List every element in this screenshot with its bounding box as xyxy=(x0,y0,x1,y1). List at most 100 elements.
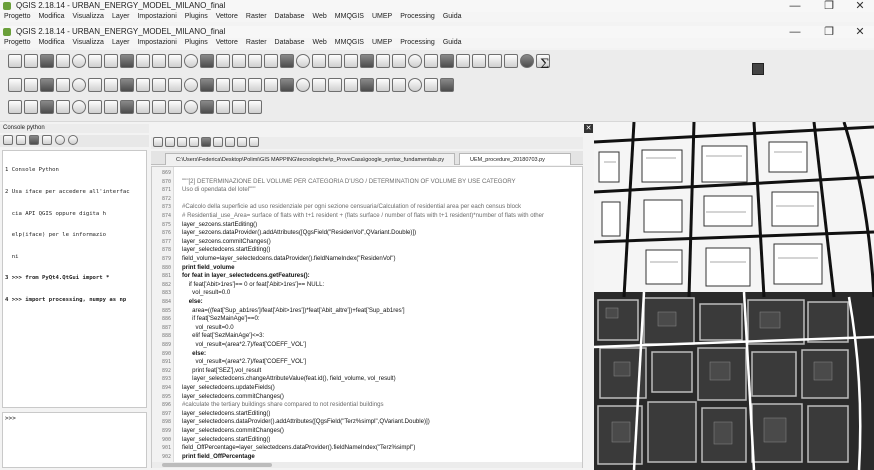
select-icon[interactable] xyxy=(200,78,214,92)
options-icon[interactable] xyxy=(55,135,65,145)
menu-umep[interactable]: UMEP xyxy=(372,39,392,46)
statistics-icon[interactable] xyxy=(376,54,390,68)
menu-guida[interactable]: Guida xyxy=(443,13,462,20)
save-as-icon[interactable] xyxy=(177,137,187,147)
attribute-table-icon[interactable] xyxy=(232,78,246,92)
menu-web[interactable]: Web xyxy=(313,39,327,46)
back-close-button[interactable]: ✕ xyxy=(853,0,867,12)
filter-icon[interactable] xyxy=(520,54,534,68)
identify-icon[interactable] xyxy=(296,54,310,68)
menu-database[interactable]: Database xyxy=(275,13,305,20)
menu-guida[interactable]: Guida xyxy=(443,39,462,46)
open-file-icon[interactable] xyxy=(153,137,163,147)
zoom-next-icon[interactable] xyxy=(8,100,22,114)
zoom-in-icon[interactable] xyxy=(136,54,150,68)
zoom-layer-icon[interactable] xyxy=(184,54,198,68)
menu-umep[interactable]: UMEP xyxy=(372,13,392,20)
cut-icon[interactable] xyxy=(189,137,199,147)
bookmark-icon[interactable] xyxy=(40,100,54,114)
filter-icon[interactable] xyxy=(408,78,422,92)
refresh-icon[interactable] xyxy=(168,78,182,92)
style-icon[interactable] xyxy=(360,78,374,92)
tab-uem-procedure[interactable]: UEM_procedure_20180703.py xyxy=(459,153,571,165)
menu-database[interactable]: Database xyxy=(275,39,305,46)
zoom-layer-icon[interactable] xyxy=(72,78,86,92)
menu-modifica[interactable]: Modifica xyxy=(38,39,64,46)
menu-visualizza[interactable]: Visualizza xyxy=(73,39,104,46)
help-icon[interactable] xyxy=(752,63,764,75)
zoom-out-icon[interactable] xyxy=(40,78,54,92)
statistics-icon[interactable] xyxy=(152,100,166,114)
python-icon[interactable] xyxy=(392,78,406,92)
zoom-out-icon[interactable] xyxy=(152,54,166,68)
run-script-icon[interactable] xyxy=(201,137,211,147)
close-button[interactable]: ✕ xyxy=(853,26,867,38)
pan-selection-icon[interactable] xyxy=(120,54,134,68)
menu-plugins[interactable]: Plugins xyxy=(185,39,208,46)
menu-mmqgis[interactable]: MMQGIS xyxy=(335,13,364,20)
run-command-icon[interactable] xyxy=(29,135,39,145)
composer-manager-icon[interactable] xyxy=(88,54,102,68)
select-icon[interactable] xyxy=(312,54,326,68)
scrollbar-thumb[interactable] xyxy=(162,463,272,467)
refresh-icon[interactable] xyxy=(56,100,70,114)
menu-layer[interactable]: Layer xyxy=(112,39,130,46)
layer-icon[interactable] xyxy=(456,54,470,68)
tab-google-syntax[interactable]: C:\Users\Federica\Desktop\Polimi\GIS MAP… xyxy=(165,153,455,165)
comment-icon[interactable] xyxy=(225,137,235,147)
zoom-full-icon[interactable] xyxy=(56,78,70,92)
statistics-icon[interactable] xyxy=(264,78,278,92)
print-composer-icon[interactable] xyxy=(72,54,86,68)
menu-impostazioni[interactable]: Impostazioni xyxy=(137,13,176,20)
new-map-view-icon[interactable] xyxy=(136,78,150,92)
field-calculator-icon[interactable] xyxy=(248,78,262,92)
console-input[interactable]: >>> xyxy=(2,412,147,468)
menu-impostazioni[interactable]: Impostazioni xyxy=(137,39,176,46)
minimize-button[interactable]: — xyxy=(788,26,802,38)
menu-vettore[interactable]: Vettore xyxy=(216,13,238,20)
menu-progetto[interactable]: Progetto xyxy=(4,39,30,46)
bookmark-icon[interactable] xyxy=(264,54,278,68)
pan-icon[interactable] xyxy=(104,54,118,68)
map-canvas[interactable] xyxy=(594,122,874,470)
menu-progetto[interactable]: Progetto xyxy=(4,13,30,20)
zoom-selection-icon[interactable] xyxy=(200,54,214,68)
map-tips-icon[interactable] xyxy=(424,78,438,92)
save-as-icon[interactable] xyxy=(56,54,70,68)
annotation-icon[interactable] xyxy=(184,100,198,114)
open-project-icon[interactable] xyxy=(24,54,38,68)
style-icon[interactable] xyxy=(472,54,486,68)
zoom-next-icon[interactable] xyxy=(120,78,134,92)
deselect-icon[interactable] xyxy=(104,100,118,114)
find-icon[interactable] xyxy=(213,137,223,147)
python-icon[interactable] xyxy=(504,54,518,68)
menu-processing[interactable]: Processing xyxy=(400,39,435,46)
identify-icon[interactable] xyxy=(184,78,198,92)
uncomment-icon[interactable] xyxy=(237,137,247,147)
save-project-icon[interactable] xyxy=(40,54,54,68)
measure-icon[interactable] xyxy=(392,54,406,68)
maximize-button[interactable]: ❐ xyxy=(822,26,836,38)
close-panel-icon[interactable]: ✕ xyxy=(584,124,593,133)
object-inspector-icon[interactable] xyxy=(249,137,259,147)
menu-modifica[interactable]: Modifica xyxy=(38,13,64,20)
menu-raster[interactable]: Raster xyxy=(246,13,267,20)
deselect-icon[interactable] xyxy=(328,54,342,68)
label-icon[interactable] xyxy=(328,78,342,92)
layer-icon[interactable] xyxy=(344,78,358,92)
pan-selection-icon[interactable] xyxy=(8,78,22,92)
clear-console-icon[interactable] xyxy=(3,135,13,145)
new-project-icon[interactable] xyxy=(8,54,22,68)
label-icon[interactable] xyxy=(216,100,230,114)
field-calculator-icon[interactable] xyxy=(360,54,374,68)
annotation-icon[interactable] xyxy=(408,54,422,68)
attribute-table-icon[interactable] xyxy=(120,100,134,114)
menu-vettore[interactable]: Vettore xyxy=(216,39,238,46)
save-icon[interactable] xyxy=(165,137,175,147)
statistics-sum-icon[interactable]: Σ xyxy=(540,57,549,72)
tip-icon[interactable] xyxy=(424,54,438,68)
label-icon[interactable] xyxy=(440,54,454,68)
console-output[interactable]: 1 Console Python 2 Usa iface per acceder… xyxy=(2,150,147,408)
identify-icon[interactable] xyxy=(72,100,86,114)
deselect-icon[interactable] xyxy=(216,78,230,92)
